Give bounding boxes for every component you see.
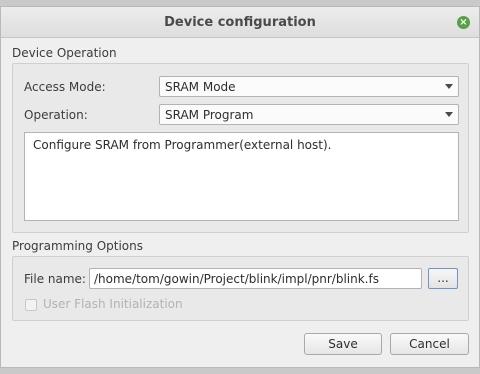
- file-name-label: File name:: [24, 272, 86, 286]
- operation-label: Operation:: [24, 108, 88, 122]
- operation-dropdown[interactable]: SRAM Program: [159, 104, 459, 125]
- file-name-input[interactable]: /home/tom/gowin/Project/blink/impl/pnr/b…: [89, 268, 422, 289]
- user-flash-label: User Flash Initialization: [43, 297, 183, 311]
- operation-description-box: Configure SRAM from Programmer(external …: [24, 132, 459, 221]
- device-operation-group: Access Mode: SRAM Mode Operation: SRAM P…: [12, 63, 469, 233]
- save-button[interactable]: Save: [304, 333, 382, 355]
- programming-options-group: File name: /home/tom/gowin/Project/blink…: [12, 256, 469, 321]
- cancel-button[interactable]: Cancel: [390, 333, 469, 355]
- device-configuration-dialog: Device configuration × Device Operation …: [0, 6, 480, 368]
- dialog-title: Device configuration: [164, 15, 316, 30]
- access-mode-dropdown[interactable]: SRAM Mode: [159, 76, 459, 97]
- operation-description: Configure SRAM from Programmer(external …: [33, 138, 332, 152]
- access-mode-value: SRAM Mode: [165, 80, 236, 94]
- file-name-value: /home/tom/gowin/Project/blink/impl/pnr/b…: [94, 272, 379, 286]
- chevron-down-icon: [445, 84, 453, 89]
- access-mode-label: Access Mode:: [24, 80, 106, 94]
- user-flash-checkbox[interactable]: [25, 299, 37, 311]
- close-icon[interactable]: ×: [457, 16, 470, 29]
- chevron-down-icon: [445, 112, 453, 117]
- operation-value: SRAM Program: [165, 108, 254, 122]
- browse-button[interactable]: ...: [428, 268, 458, 289]
- title-bar: Device configuration ×: [1, 7, 479, 38]
- device-operation-title: Device Operation: [12, 46, 117, 60]
- programming-options-title: Programming Options: [12, 239, 143, 253]
